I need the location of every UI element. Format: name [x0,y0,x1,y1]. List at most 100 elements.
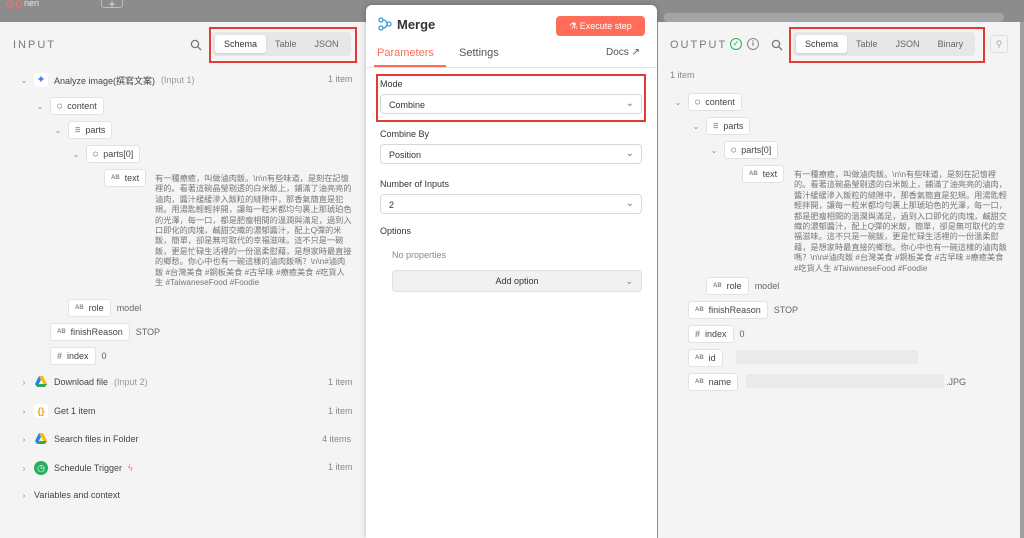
list-icon: ☰ [75,127,81,134]
tree-item-name[interactable]: AB name [688,373,739,391]
key-tag: ⬡ content [50,97,104,115]
string-icon: AB [695,379,704,385]
tree-item-content[interactable]: ⌄ ⬡ content [36,97,104,115]
execute-step-button[interactable]: ⚗ Execute step [556,16,645,36]
key-label: parts [723,121,744,131]
text-value: 有一種療癒，叫做滷肉飯。\n\n有些味道，是刻在記憶裡的。看著這碗晶瑩剔透的白米… [155,174,352,288]
key-tag: ⬡ parts[0] [86,145,141,163]
chevron-down-icon[interactable]: ⌄ [20,76,28,85]
docs-link[interactable]: Docs ↗ [606,47,640,58]
code-brackets-icon: {} [34,404,48,418]
add-option-button[interactable]: Add option ⌄ [392,270,642,292]
chevron-right-icon[interactable]: › [20,378,28,387]
tree-item-index[interactable]: # index 0 [50,347,107,365]
text-value: 有一種療癒，叫做滷肉飯。\n\n有些味道，是刻在記憶裡的。看著這碗晶瑩剔透的白米… [794,170,1007,273]
tree-item-content[interactable]: ⌄ ⬡ content [674,93,742,111]
chevron-down-icon[interactable]: ⌄ [36,102,44,111]
tree-node-get-1-item[interactable]: › {} Get 1 item [20,404,96,418]
key-label: text [762,169,778,179]
chevron-down-icon[interactable]: ⌄ [54,126,62,135]
chevron-right-icon[interactable]: › [20,491,28,500]
input-panel: INPUT Schema Table JSON ⌄ ✦ Analyze imag… [0,22,366,538]
chevron-right-icon[interactable]: › [20,435,28,444]
node-count: 1 item [328,462,353,472]
tree-item-text[interactable]: AB text [104,169,147,187]
success-check-icon: ✓ [730,38,742,50]
chevron-right-icon[interactable]: › [20,407,28,416]
key-tag: AB role [706,277,749,295]
chevron-down-icon[interactable]: ⌄ [710,146,718,155]
chevron-down-icon: ⌄ [625,198,634,209]
key-label: parts [85,125,106,135]
tree-node-schedule-trigger[interactable]: › ◷ Schedule Trigger ϟ [20,461,133,475]
string-icon: AB [695,355,704,361]
key-label: id [708,353,716,363]
tree-item-index[interactable]: # index 0 [688,325,745,343]
highlight-box [376,74,646,122]
tree-item-parts[interactable]: ⌄ ☰ parts [54,121,113,139]
merge-icon [378,17,392,31]
top-right-bar [664,13,1004,22]
node-label: Download file [54,377,109,387]
node-count: 4 items [322,434,352,444]
key-label: name [708,377,732,387]
tree-item-text[interactable]: AB text [742,165,785,183]
key-label: text [124,173,140,183]
chevron-down-icon[interactable]: ⌄ [692,122,700,131]
tree-node-variables[interactable]: › Variables and context [20,490,120,500]
info-icon[interactable]: i [747,38,759,50]
tree-item-parts[interactable]: ⌄ ☰ parts [692,117,751,135]
highlight-box [789,27,985,63]
name-extension: .JPG [946,377,967,387]
string-icon: AB [713,283,722,289]
chevron-down-icon: ⌄ [625,276,633,286]
key-tag: AB id [688,349,723,367]
number-inputs-select[interactable]: 2 ⌄ [380,194,642,214]
gemini-icon: ✦ [34,73,48,87]
tabs-divider [366,67,657,68]
combine-by-value: Position [389,150,422,160]
key-label: parts[0] [103,149,134,159]
docs-label: Docs [606,47,629,58]
tree-node-download-file[interactable]: › Download file (Input 2) [20,375,148,389]
search-icon[interactable] [190,39,202,51]
number-icon: # [695,329,701,339]
node-label: Analyze image(撰寫文案) [54,75,156,86]
string-icon: AB [57,329,66,335]
add-tab-button[interactable]: + [101,0,123,11]
tab-parameters[interactable]: Parameters [377,47,434,59]
tree-item-role[interactable]: AB role model [68,299,141,317]
key-tag: ☰ parts [68,121,113,139]
number-icon: # [57,351,63,361]
key-tag: # index [688,325,734,343]
tree-item-role[interactable]: AB role model [706,277,779,295]
redacted-id-value [736,350,918,364]
role-value: model [754,281,780,291]
google-drive-icon [35,433,47,444]
chevron-right-icon[interactable]: › [20,464,28,473]
pin-icon[interactable]: ⚲ [990,35,1008,53]
key-label: finishReason [70,327,123,337]
tree-node-analyze-image[interactable]: ⌄ ✦ Analyze image(撰寫文案) (Input 1) [20,73,195,87]
tree-node-search-files[interactable]: › Search files in Folder [20,432,139,446]
chevron-down-icon[interactable]: ⌄ [674,98,682,107]
output-panel: OUTPUT ✓ i Schema Table JSON Binary ⚲ 1 … [658,22,1020,538]
tree-item-id[interactable]: AB id [688,349,723,367]
tree-item-finish-reason[interactable]: AB finishReason STOP [50,323,160,341]
tree-item-parts0[interactable]: ⌄ ⬡ parts[0] [72,145,141,163]
combine-by-select[interactable]: Position ⌄ [380,144,642,164]
key-tag: AB finishReason [688,301,768,319]
add-option-label: Add option [495,276,539,286]
tree-item-parts0[interactable]: ⌄ ⬡ parts[0] [710,141,779,159]
tree-item-finish-reason[interactable]: AB finishReason STOP [688,301,798,319]
cube-icon: ⬡ [731,147,737,154]
key-tag: ⬡ parts[0] [724,141,779,159]
node-count: 1 item [328,74,353,84]
key-label: parts[0] [741,145,772,155]
tab-settings[interactable]: Settings [459,47,499,59]
index-value: 0 [739,329,745,339]
chevron-down-icon[interactable]: ⌄ [72,150,80,159]
key-tag: AB name [688,373,739,391]
search-icon[interactable] [771,39,783,51]
node-label: Search files in Folder [54,434,139,444]
